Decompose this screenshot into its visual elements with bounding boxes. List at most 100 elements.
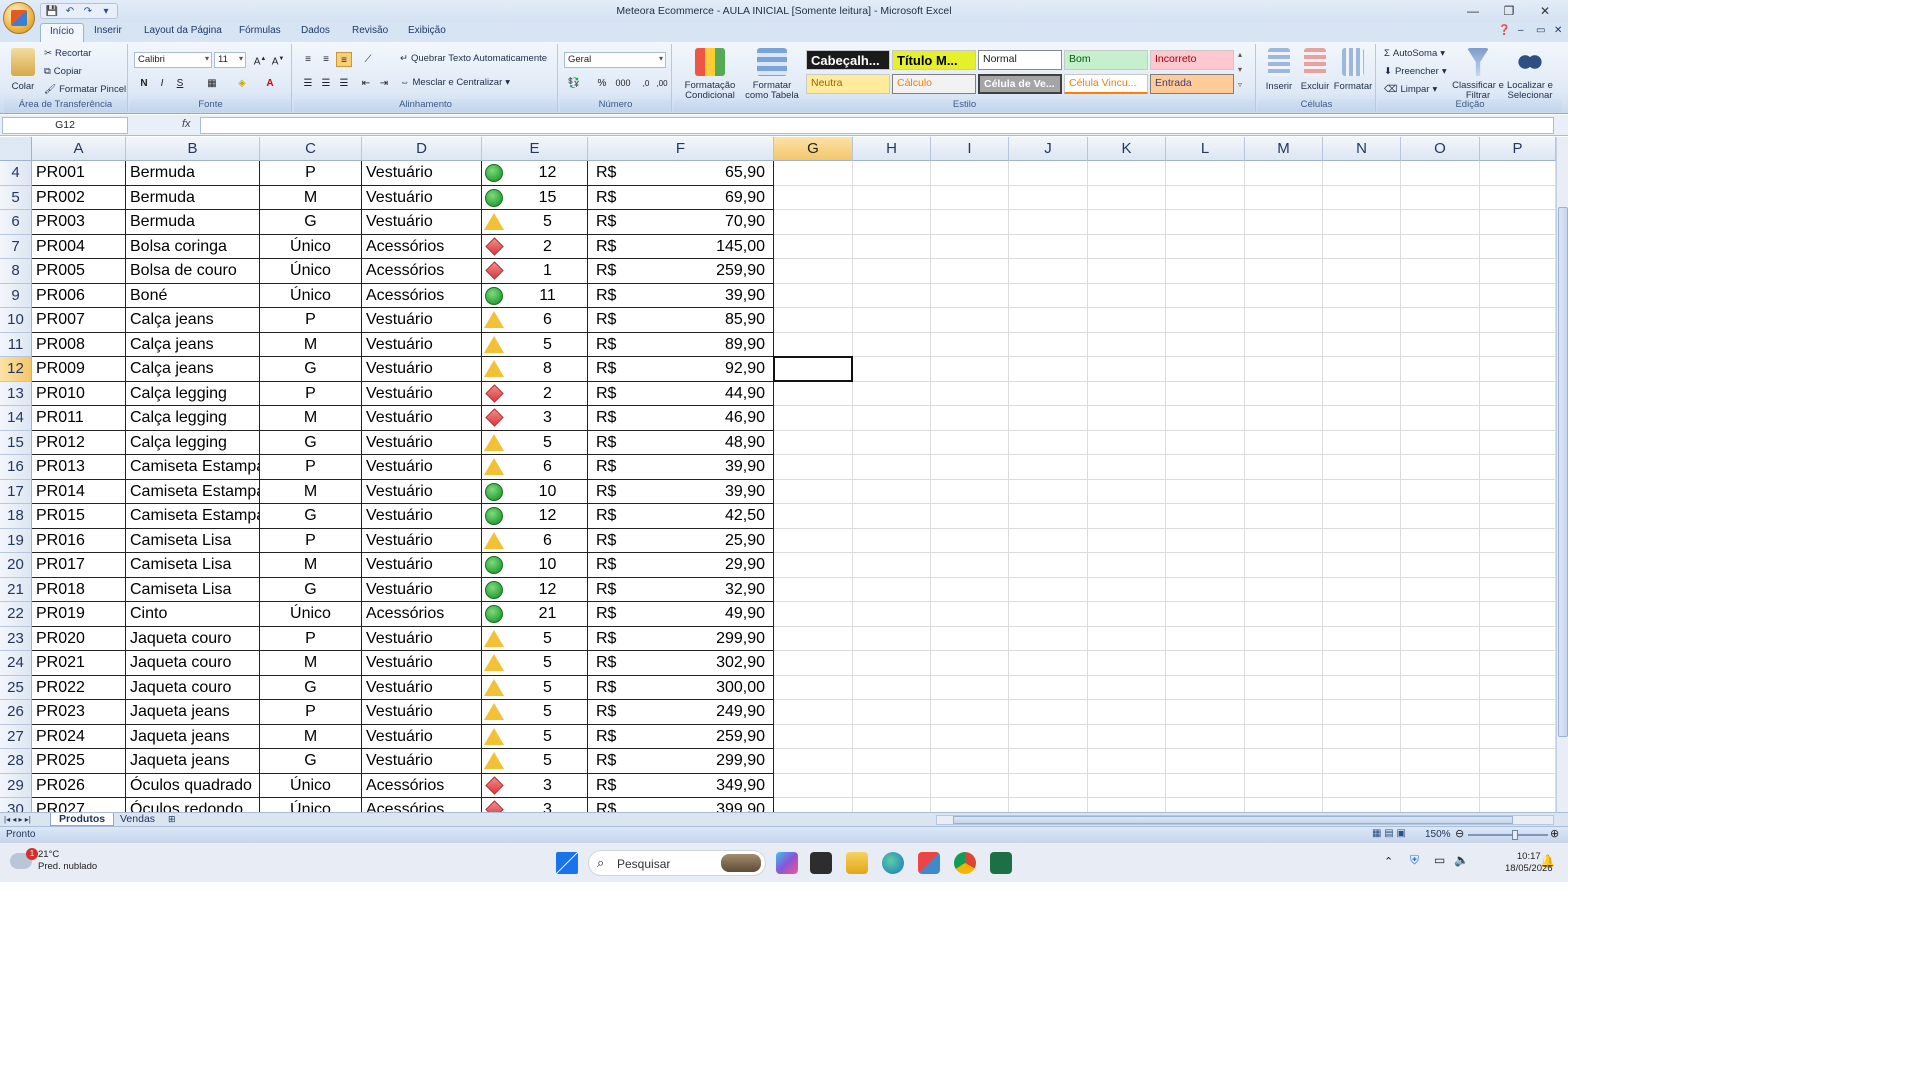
empty-cell[interactable] (1009, 431, 1088, 455)
cell-size[interactable]: M (260, 406, 362, 431)
empty-cell[interactable] (853, 235, 931, 259)
cell-category[interactable]: Vestuário (362, 553, 482, 578)
row-header[interactable]: 16 (0, 455, 32, 480)
tab-dados[interactable]: Dados (301, 25, 330, 36)
empty-cell[interactable] (1323, 480, 1401, 504)
empty-cell[interactable] (1323, 431, 1401, 455)
network-icon[interactable]: ⛨ (1410, 853, 1419, 868)
empty-cell[interactable] (1401, 578, 1480, 602)
empty-cell[interactable] (1323, 700, 1401, 725)
task-view-icon[interactable] (810, 852, 832, 874)
empty-cell[interactable] (1401, 651, 1480, 676)
empty-cell[interactable] (1401, 700, 1480, 725)
cell-category[interactable]: Vestuário (362, 675, 482, 700)
empty-cell[interactable] (1009, 480, 1088, 504)
empty-cell[interactable] (1480, 382, 1556, 406)
column-header-l[interactable]: L (1166, 137, 1245, 161)
cell-category[interactable]: Vestuário (362, 210, 482, 235)
empty-cell[interactable] (931, 161, 1009, 186)
select-all-corner[interactable] (0, 137, 32, 161)
empty-cell[interactable] (1245, 725, 1323, 749)
cell-price[interactable]: R$ 29,90 (588, 553, 774, 578)
format-as-table-button[interactable]: Formatar como Tabela (740, 48, 804, 101)
column-header-d[interactable]: D (362, 137, 482, 161)
cell-stock[interactable]: 12 (482, 504, 588, 529)
display-icon[interactable]: ▭ (1434, 853, 1445, 867)
cell-size[interactable]: G (260, 430, 362, 455)
cell-product-id[interactable]: PR018 (32, 577, 126, 602)
cell-product-name[interactable]: Calça jeans (126, 357, 260, 382)
empty-cell[interactable] (1480, 529, 1556, 553)
empty-cell[interactable] (774, 431, 853, 455)
empty-cell[interactable] (1245, 676, 1323, 700)
cell-stock[interactable]: 21 (482, 602, 588, 627)
empty-cell[interactable] (774, 161, 853, 186)
cell-stock[interactable]: 5 (482, 651, 588, 676)
empty-cell[interactable] (1009, 357, 1088, 382)
empty-cell[interactable] (1401, 333, 1480, 357)
cell-category[interactable]: Vestuário (362, 724, 482, 749)
empty-cell[interactable] (931, 333, 1009, 357)
empty-cell[interactable] (1480, 210, 1556, 235)
empty-cell[interactable] (774, 749, 853, 774)
empty-cell[interactable] (853, 700, 931, 725)
help-icon[interactable]: ❓ (1498, 25, 1510, 36)
cell-product-id[interactable]: PR011 (32, 406, 126, 431)
empty-cell[interactable] (1088, 210, 1166, 235)
cell-category[interactable]: Vestuário (362, 626, 482, 651)
empty-cell[interactable] (1166, 235, 1245, 259)
cell-size[interactable]: Único (260, 234, 362, 259)
empty-cell[interactable] (1323, 774, 1401, 798)
empty-cell[interactable] (1245, 210, 1323, 235)
empty-cell[interactable] (853, 357, 931, 382)
empty-cell[interactable] (1245, 284, 1323, 308)
cell-product-name[interactable]: Bermuda (126, 161, 260, 186)
sort-filter-button[interactable]: Classificar e Filtrar (1452, 48, 1504, 101)
empty-cell[interactable] (931, 455, 1009, 480)
empty-cell[interactable] (1166, 382, 1245, 406)
wrap-text-button[interactable]: ↵ Quebrar Texto Automaticamente (400, 53, 547, 64)
cell-price[interactable]: R$ 70,90 (588, 210, 774, 235)
empty-cell[interactable] (1245, 700, 1323, 725)
empty-cell[interactable] (1009, 406, 1088, 431)
row-header[interactable]: 10 (0, 308, 32, 333)
empty-cell[interactable] (1323, 161, 1401, 186)
file-explorer-icon[interactable] (846, 852, 868, 874)
cell-product-name[interactable]: Camiseta Estampa (126, 479, 260, 504)
empty-cell[interactable] (853, 602, 931, 627)
empty-cell[interactable] (1401, 725, 1480, 749)
empty-cell[interactable] (853, 529, 931, 553)
empty-cell[interactable] (931, 578, 1009, 602)
close-button[interactable]: ✕ (1530, 1, 1560, 21)
empty-cell[interactable] (1088, 382, 1166, 406)
cell-product-name[interactable]: Jaqueta couro (126, 651, 260, 676)
cell-size[interactable]: G (260, 675, 362, 700)
cell-price[interactable]: R$ 46,90 (588, 406, 774, 431)
row-header[interactable]: 13 (0, 381, 32, 406)
empty-cell[interactable] (1323, 235, 1401, 259)
cell-product-id[interactable]: PR004 (32, 234, 126, 259)
empty-cell[interactable] (1166, 725, 1245, 749)
empty-cell[interactable] (931, 749, 1009, 774)
empty-cell[interactable] (1323, 186, 1401, 210)
empty-cell[interactable] (1480, 357, 1556, 382)
empty-cell[interactable] (1088, 431, 1166, 455)
cell-price[interactable]: R$ 49,90 (588, 602, 774, 627)
cell-product-name[interactable]: Jaqueta jeans (126, 749, 260, 774)
thousands-button[interactable]: 000 (612, 76, 634, 91)
empty-cell[interactable] (1009, 235, 1088, 259)
empty-cell[interactable] (1245, 186, 1323, 210)
empty-cell[interactable] (1401, 627, 1480, 651)
paste-button[interactable]: Colar (8, 48, 38, 92)
decrease-indent-icon[interactable]: ⇤ (358, 76, 374, 91)
empty-cell[interactable] (1401, 406, 1480, 431)
empty-cell[interactable] (1088, 774, 1166, 798)
empty-cell[interactable] (1401, 480, 1480, 504)
empty-cell[interactable] (931, 431, 1009, 455)
empty-cell[interactable] (1009, 382, 1088, 406)
empty-cell[interactable] (1166, 480, 1245, 504)
empty-cell[interactable] (1480, 186, 1556, 210)
weather-widget[interactable]: 1 21°C Pred. nublado (10, 848, 97, 873)
empty-cell[interactable] (774, 259, 853, 284)
edge-browser-icon[interactable] (882, 852, 904, 874)
